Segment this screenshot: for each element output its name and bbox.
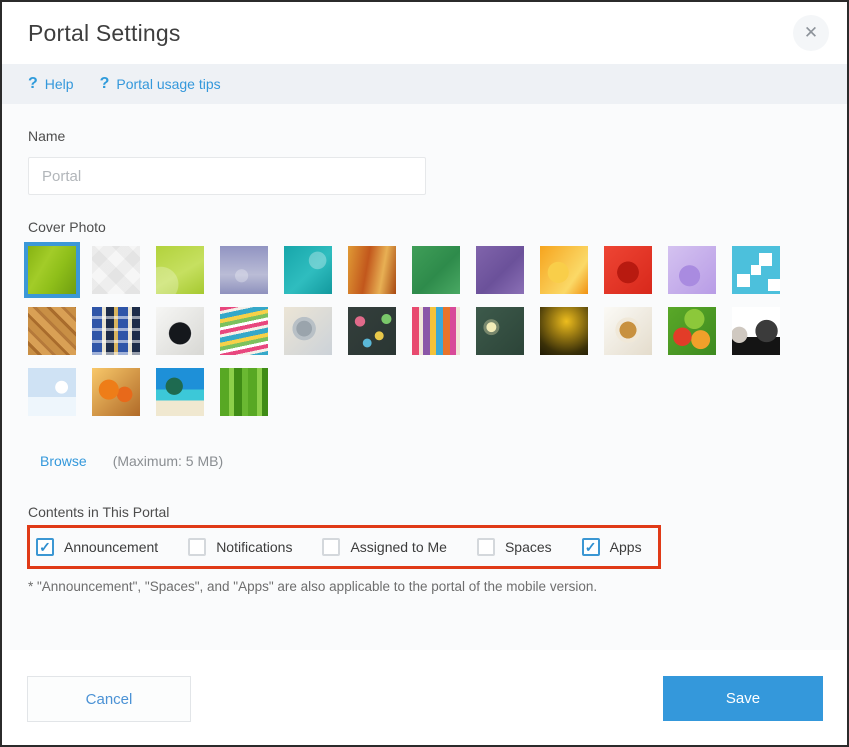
- cover-photo-thumbnail-purple-felt-texture[interactable]: [476, 246, 524, 294]
- portal-usage-tips-label: Portal usage tips: [116, 76, 220, 92]
- checkbox-item-assigned-to-me[interactable]: Assigned to Me: [322, 538, 447, 556]
- close-icon: ✕: [804, 23, 818, 42]
- cover-photo-thumbnail-blue-mosaic-tiles[interactable]: [92, 307, 140, 355]
- cover-photo-thumbnail-green-bamboo[interactable]: [220, 368, 268, 416]
- cover-photo-thumbnail-latte-art-heart[interactable]: [604, 307, 652, 355]
- cover-photo-thumbnail-stacked-colorful-books[interactable]: [220, 307, 268, 355]
- help-bar: ? Help ? Portal usage tips: [2, 64, 847, 104]
- dialog-footer: Cancel Save: [2, 650, 847, 745]
- close-button[interactable]: ✕: [793, 15, 829, 51]
- cover-photo-thumbnail-teal-paint-swirl[interactable]: [284, 246, 332, 294]
- checkbox-label-assigned-to-me: Assigned to Me: [350, 539, 447, 555]
- page-title: Portal Settings: [28, 20, 181, 47]
- max-size-note: (Maximum: 5 MB): [113, 452, 223, 470]
- cover-photo-thumbnail-lavender-bokeh[interactable]: [220, 246, 268, 294]
- help-link[interactable]: ? Help: [28, 75, 74, 93]
- name-input[interactable]: [28, 157, 426, 195]
- cover-photo-thumbnail-question-marks-chalkboard[interactable]: [348, 307, 396, 355]
- contents-label: Contents in This Portal: [28, 504, 823, 521]
- cover-photo-thumbnail-colored-pencil-faces[interactable]: [412, 307, 460, 355]
- checkbox-announcement[interactable]: ✓: [36, 538, 54, 556]
- browse-link[interactable]: Browse: [40, 452, 87, 470]
- checkmark-icon: ✓: [585, 540, 597, 554]
- checkmark-icon: ✓: [39, 540, 51, 554]
- cover-photo-label: Cover Photo: [28, 219, 823, 236]
- cover-photo-thumbnail-orange-lily-flower[interactable]: [540, 246, 588, 294]
- cover-photo-thumbnail-blue-white-cubes[interactable]: [732, 246, 780, 294]
- cover-photo-thumbnail-orange-rust-abstract[interactable]: [348, 246, 396, 294]
- checkbox-item-apps[interactable]: ✓ Apps: [582, 538, 642, 556]
- question-mark-icon: ?: [28, 75, 38, 93]
- dialog-body: Name Cover Photo Browse (Maximum: 5 MB) …: [2, 104, 847, 650]
- name-label: Name: [28, 128, 823, 145]
- cover-photo-thumbnail-gray-diamond-pattern[interactable]: [92, 246, 140, 294]
- checkbox-spaces[interactable]: [477, 538, 495, 556]
- help-link-label: Help: [45, 76, 74, 92]
- cover-photo-thumbnail-lilac-flower[interactable]: [668, 246, 716, 294]
- portal-settings-dialog: Portal Settings ✕ ? Help ? Portal usage …: [0, 0, 849, 747]
- cancel-button[interactable]: Cancel: [27, 676, 191, 722]
- checkbox-label-spaces: Spaces: [505, 539, 552, 555]
- checkbox-label-notifications: Notifications: [216, 539, 292, 555]
- portal-usage-tips-link[interactable]: ? Portal usage tips: [100, 75, 221, 93]
- checkbox-notifications[interactable]: [188, 538, 206, 556]
- browse-row: Browse (Maximum: 5 MB): [40, 452, 823, 470]
- mobile-version-note: * "Announcement", "Spaces", and "Apps" a…: [28, 578, 823, 595]
- cover-photo-thumbnail-lime-green-curves[interactable]: [156, 246, 204, 294]
- cover-photo-thumbnail-compass[interactable]: [156, 307, 204, 355]
- checkbox-label-apps: Apps: [610, 539, 642, 555]
- cover-photo-thumbnail-lightbulb-chalkboard[interactable]: [476, 307, 524, 355]
- checkbox-item-notifications[interactable]: Notifications: [188, 538, 292, 556]
- cover-photo-thumbnail-golden-glow-dark[interactable]: [540, 307, 588, 355]
- checkbox-assigned-to-me[interactable]: [322, 538, 340, 556]
- cover-photo-thumbnail-red-carnation-flower[interactable]: [604, 246, 652, 294]
- cover-photo-thumbnail-green-felt-texture[interactable]: [412, 246, 460, 294]
- cover-photo-thumbnail-wood-herringbone[interactable]: [28, 307, 76, 355]
- checkbox-item-spaces[interactable]: Spaces: [477, 538, 552, 556]
- contents-options-highlight-box: ✓ Announcement Notifications Assigned to Me…: [27, 525, 661, 569]
- dialog-header: Portal Settings ✕: [2, 2, 847, 64]
- cover-photo-thumbnail-snowy-winter-trees[interactable]: [28, 368, 76, 416]
- cover-photo-thumbnail-fresh-vegetables[interactable]: [668, 307, 716, 355]
- cover-photo-thumbnail-pumpkin-basket[interactable]: [92, 368, 140, 416]
- cover-photo-thumbnail-dog-peeking[interactable]: [732, 307, 780, 355]
- cover-photo-grid: [28, 246, 780, 416]
- checkbox-item-announcement[interactable]: ✓ Announcement: [36, 538, 158, 556]
- save-button[interactable]: Save: [663, 676, 823, 721]
- cover-photo-thumbnail-palm-tree-beach[interactable]: [156, 368, 204, 416]
- checkbox-label-announcement: Announcement: [64, 539, 158, 555]
- checkbox-apps[interactable]: ✓: [582, 538, 600, 556]
- question-mark-icon: ?: [100, 75, 110, 93]
- cover-photo-thumbnail-green-leaf-waterdrops[interactable]: [28, 246, 76, 294]
- cover-photo-thumbnail-gear-on-blueprint[interactable]: [284, 307, 332, 355]
